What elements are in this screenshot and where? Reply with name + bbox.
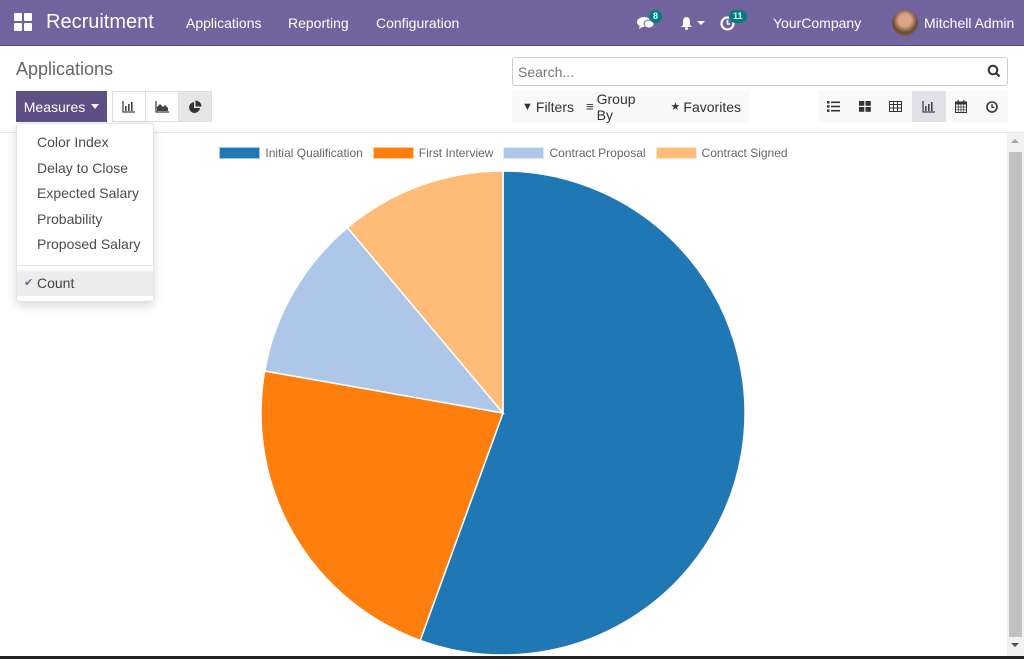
menu-applications[interactable]: Applications <box>186 15 262 31</box>
measures-button[interactable]: Measures <box>16 91 107 122</box>
chart-mode-group <box>112 91 212 122</box>
graph-view-button[interactable] <box>911 91 946 122</box>
page-title: Applications <box>16 59 114 79</box>
legend-item[interactable]: First Interview <box>372 146 494 160</box>
pie-chart-mode-button[interactable] <box>178 91 212 122</box>
menu-configuration[interactable]: Configuration <box>376 15 459 31</box>
dropdown-divider <box>17 265 153 266</box>
messages-menu[interactable]: 8 <box>637 0 663 46</box>
group-by-button[interactable]: ≡ Group By <box>586 91 655 123</box>
measure-option[interactable]: Expected Salary <box>17 181 153 206</box>
star-icon: ★ <box>670 101 681 113</box>
bar-chart-mode-button[interactable] <box>112 91 146 122</box>
area-chart-icon <box>154 100 169 113</box>
messages-badge: 8 <box>649 10 663 23</box>
legend-label: Initial Qualification <box>265 146 363 160</box>
legend-item[interactable]: Contract Proposal <box>503 146 646 160</box>
pie-chart-icon <box>189 100 202 113</box>
legend-swatch <box>503 147 545 159</box>
line-chart-mode-button[interactable] <box>145 91 179 122</box>
search-options-bar: ▼ Filters ≡ Group By ★ Favorites <box>512 91 749 123</box>
notifications-menu[interactable] <box>680 0 705 46</box>
user-name: Mitchell Admin <box>924 15 1015 31</box>
list-icon <box>827 101 841 112</box>
legend-label: First Interview <box>418 146 494 160</box>
avatar <box>892 10 918 36</box>
activities-badge: 11 <box>729 10 747 23</box>
vertical-scrollbar[interactable] <box>1007 133 1024 656</box>
list-view-button[interactable] <box>818 91 849 122</box>
activities-menu[interactable]: 11 <box>720 0 747 46</box>
scrollbar-thumb[interactable] <box>1009 152 1022 637</box>
kanban-icon <box>858 101 871 112</box>
bar-chart-icon <box>122 100 135 113</box>
legend-label: Contract Signed <box>701 146 788 160</box>
selected-measure-label: Count <box>37 275 75 291</box>
activity-view-button[interactable] <box>977 91 1008 122</box>
scroll-up-arrow-icon[interactable] <box>1011 139 1019 143</box>
measure-option[interactable]: Proposed Salary <box>17 232 153 257</box>
favorites-label: Favorites <box>683 98 741 115</box>
company-switcher[interactable]: YourCompany <box>773 0 861 46</box>
caret-down-icon <box>91 104 100 109</box>
search-box <box>512 57 1008 86</box>
search-icon[interactable] <box>987 64 1001 78</box>
legend-label: Contract Proposal <box>549 146 646 160</box>
measures-dropdown: Color Index Delay to Close Expected Sala… <box>16 123 154 302</box>
user-menu[interactable]: Mitchell Admin <box>892 0 1014 46</box>
legend-item[interactable]: Contract Signed <box>655 146 788 160</box>
clock-icon <box>986 100 999 113</box>
menu-reporting[interactable]: Reporting <box>288 15 349 31</box>
calendar-icon <box>955 100 968 113</box>
bar-chart-icon <box>921 100 935 113</box>
bell-icon <box>681 17 692 30</box>
apps-grid-icon[interactable] <box>14 13 32 31</box>
checkmark-icon: ✔ <box>24 277 34 289</box>
measure-option[interactable]: Delay to Close <box>17 156 153 181</box>
kanban-view-button[interactable] <box>849 91 880 122</box>
favorites-button[interactable]: ★ Favorites <box>671 99 741 115</box>
legend-swatch <box>655 147 697 159</box>
measures-label: Measures <box>23 98 86 115</box>
bars-icon: ≡ <box>586 99 594 114</box>
calendar-view-button[interactable] <box>946 91 977 122</box>
table-icon <box>889 101 903 112</box>
pivot-view-button[interactable] <box>880 91 911 122</box>
chevron-down-icon <box>697 21 705 25</box>
app-name[interactable]: Recruitment <box>46 11 154 34</box>
measure-option-selected[interactable]: ✔ Count <box>17 271 153 296</box>
filters-label: Filters <box>535 98 575 115</box>
scroll-down-arrow-icon[interactable] <box>1011 643 1019 647</box>
search-input[interactable] <box>518 58 978 85</box>
measure-option[interactable]: Color Index <box>17 130 153 155</box>
filter-icon: ▼ <box>522 100 533 113</box>
filters-button[interactable]: ▼ Filters <box>522 99 574 115</box>
top-navbar: Recruitment Applications Reporting Confi… <box>0 0 1024 46</box>
measure-option[interactable]: Probability <box>17 207 153 232</box>
view-switcher <box>818 91 1008 122</box>
legend-swatch <box>219 147 261 159</box>
legend-swatch <box>372 147 414 159</box>
group-by-label: Group By <box>596 90 636 123</box>
legend-item[interactable]: Initial Qualification <box>219 146 363 160</box>
